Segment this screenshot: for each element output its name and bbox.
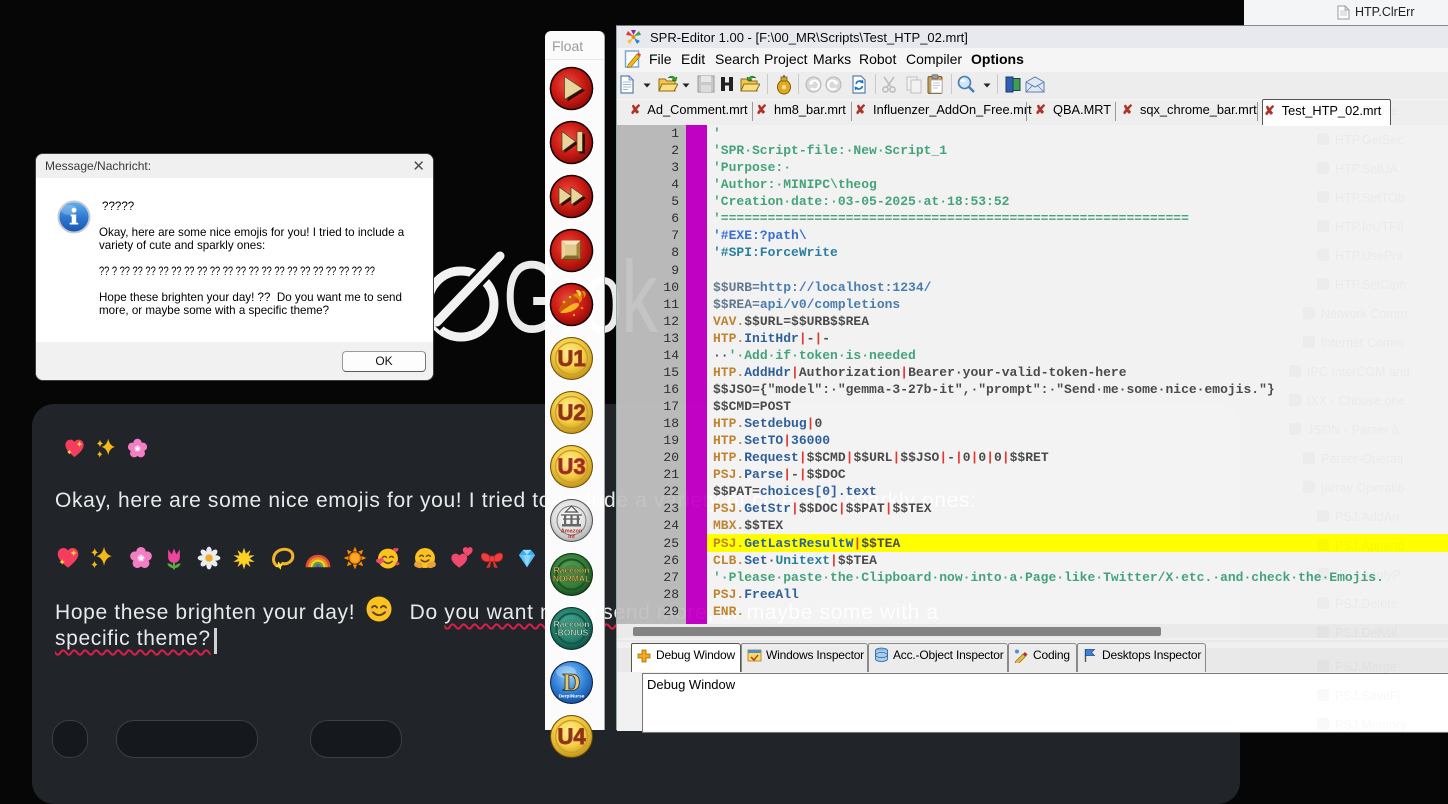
svg-text:-BONUS: -BONUS bbox=[555, 627, 589, 637]
svg-text:D: D bbox=[562, 669, 580, 696]
svg-text:U3: U3 bbox=[557, 454, 585, 479]
svg-text:U4: U4 bbox=[557, 724, 586, 749]
svg-text:NORMAL: NORMAL bbox=[553, 573, 590, 583]
svg-text:Inf: Inf bbox=[568, 534, 575, 540]
svg-text:U2: U2 bbox=[557, 400, 585, 425]
svg-text:U1: U1 bbox=[557, 346, 585, 371]
svg-text:DerpiNurse: DerpiNurse bbox=[559, 693, 585, 699]
